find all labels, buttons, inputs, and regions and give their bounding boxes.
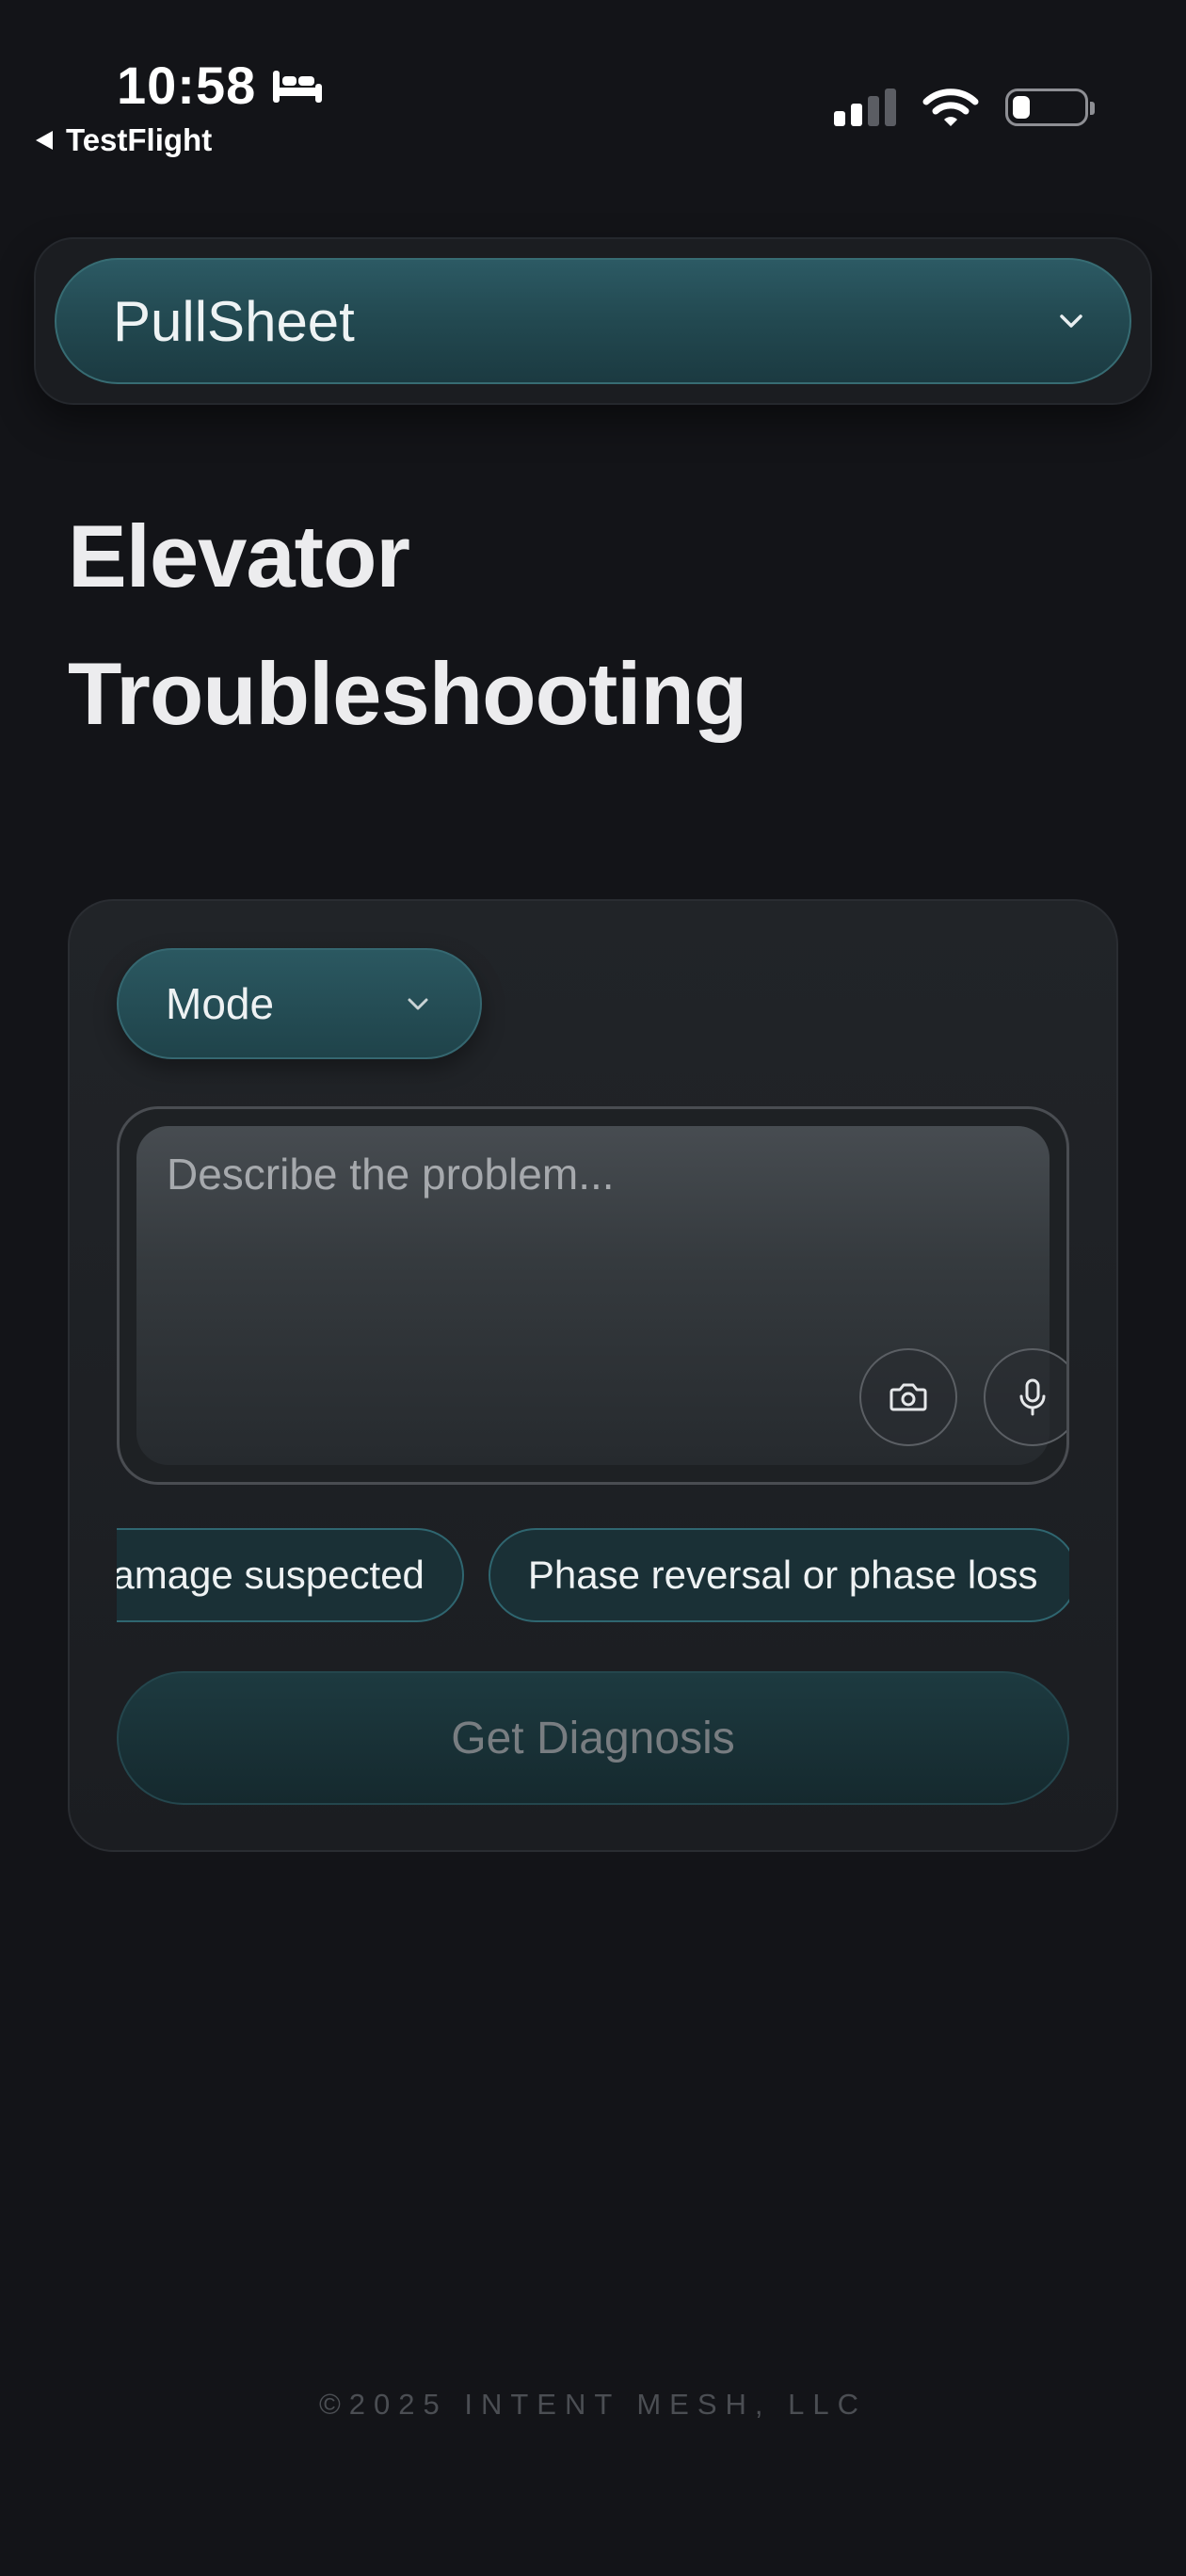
bed-icon bbox=[273, 70, 323, 103]
signal-icon bbox=[834, 89, 896, 126]
battery-level bbox=[1013, 96, 1030, 119]
wifi-icon bbox=[922, 89, 979, 126]
project-selector-card: PullSheet bbox=[34, 237, 1152, 405]
page-title-line1: Elevator bbox=[68, 507, 410, 605]
back-to-app-link[interactable]: TestFlight bbox=[36, 122, 212, 158]
status-time-text: 10:58 bbox=[117, 56, 257, 115]
mode-dropdown[interactable]: Mode bbox=[117, 948, 482, 1059]
camera-button[interactable] bbox=[859, 1348, 957, 1446]
suggestion-chips: damage suspected Phase reversal or phase… bbox=[117, 1528, 1069, 1626]
diagnosis-card: Mode da bbox=[68, 899, 1118, 1852]
status-time: 10:58 bbox=[117, 55, 324, 116]
battery-icon bbox=[1005, 89, 1095, 126]
suggestion-chip[interactable]: Phase reversal or phase loss bbox=[488, 1528, 1069, 1622]
suggestion-chips-track[interactable]: damage suspected Phase reversal or phase… bbox=[117, 1528, 1069, 1622]
problem-input-container bbox=[117, 1106, 1069, 1485]
back-app-label: TestFlight bbox=[66, 122, 213, 157]
microphone-icon bbox=[1019, 1378, 1046, 1416]
project-dropdown[interactable]: PullSheet bbox=[55, 258, 1131, 384]
suggestion-chip[interactable]: damage suspected bbox=[117, 1528, 464, 1622]
page-title: Elevator Troubleshooting bbox=[68, 488, 1103, 763]
app-screen: 10:58 TestFlight PullSheet Elevator Trou… bbox=[0, 0, 1186, 2576]
camera-icon bbox=[890, 1383, 927, 1411]
page-title-line2: Troubleshooting bbox=[68, 644, 747, 743]
back-arrow-icon bbox=[36, 131, 53, 150]
get-diagnosis-button[interactable]: Get Diagnosis bbox=[117, 1671, 1069, 1805]
footer-copyright: ©2025 INTENT MESH, LLC bbox=[318, 2388, 868, 2421]
chevron-down-icon bbox=[1060, 314, 1082, 328]
status-indicators bbox=[834, 87, 1095, 128]
mode-dropdown-label: Mode bbox=[166, 979, 275, 1028]
project-dropdown-label: PullSheet bbox=[113, 289, 355, 353]
chevron-down-icon bbox=[408, 998, 428, 1010]
